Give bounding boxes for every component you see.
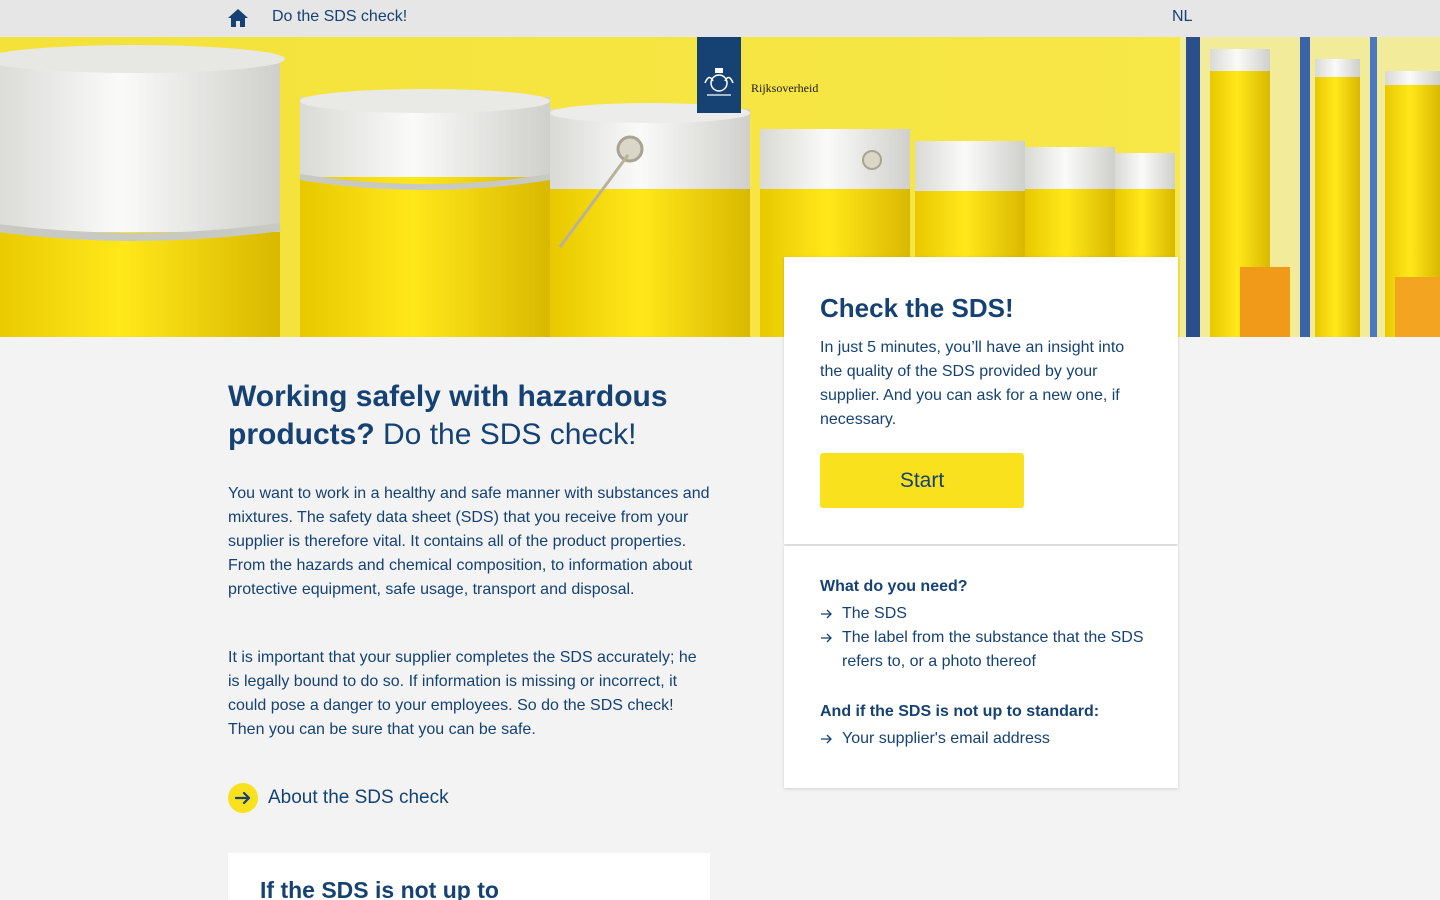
- check-card-text: In just 5 minutes, you’ll have an insigh…: [820, 339, 1125, 428]
- arrow-right-icon: [821, 609, 832, 619]
- list-item: Your supplier's email address: [820, 727, 1150, 751]
- not-up-to-standard-title: If the SDS is not up to: [260, 877, 499, 900]
- standard-item-email: Your supplier's email address: [842, 730, 1050, 747]
- rijksoverheid-logo[interactable]: Rijksoverheid: [697, 37, 827, 113]
- arrow-right-icon: [821, 633, 832, 643]
- page-title-light: Do the SDS check!: [383, 418, 637, 451]
- intro-paragraph-2: It is important that your supplier compl…: [228, 649, 697, 738]
- page-title: Working safely with hazardous products? …: [228, 378, 698, 454]
- coat-of-arms-icon: [704, 68, 734, 96]
- about-link-label: About the SDS check: [268, 787, 449, 808]
- need-item-sds: The SDS: [842, 605, 907, 622]
- standard-list: Your supplier's email address: [820, 727, 1150, 751]
- home-icon[interactable]: [227, 8, 249, 28]
- intro-paragraph-1: You want to work in a healthy and safe m…: [228, 485, 710, 598]
- list-item: The SDS: [820, 602, 1150, 626]
- language-switch[interactable]: NL: [1172, 8, 1192, 26]
- need-list: The SDS The label from the substance tha…: [820, 602, 1150, 674]
- about-sds-check-link[interactable]: About the SDS check: [228, 783, 449, 813]
- what-do-you-need-heading: What do you need?: [820, 578, 968, 595]
- not-up-to-standard-card: If the SDS is not up to: [228, 853, 710, 900]
- requirements-card: What do you need? The SDS The label from…: [784, 546, 1178, 788]
- check-card-title: Check the SDS!: [820, 293, 1014, 323]
- list-item: The label from the substance that the SD…: [820, 626, 1150, 674]
- logo-emblem: [697, 37, 741, 113]
- not-up-to-standard-heading: And if the SDS is not up to standard:: [820, 703, 1100, 720]
- arrow-right-circle-icon: [228, 783, 258, 813]
- need-item-label: The label from the substance that the SD…: [842, 629, 1144, 670]
- logo-text: Rijksoverheid: [751, 81, 819, 95]
- arrow-right-icon: [821, 734, 832, 744]
- top-bar: Do the SDS check! NL: [0, 0, 1440, 37]
- topbar-title[interactable]: Do the SDS check!: [272, 8, 407, 26]
- check-sds-card: Check the SDS! In just 5 minutes, you’ll…: [784, 257, 1178, 544]
- start-button[interactable]: Start: [820, 453, 1024, 508]
